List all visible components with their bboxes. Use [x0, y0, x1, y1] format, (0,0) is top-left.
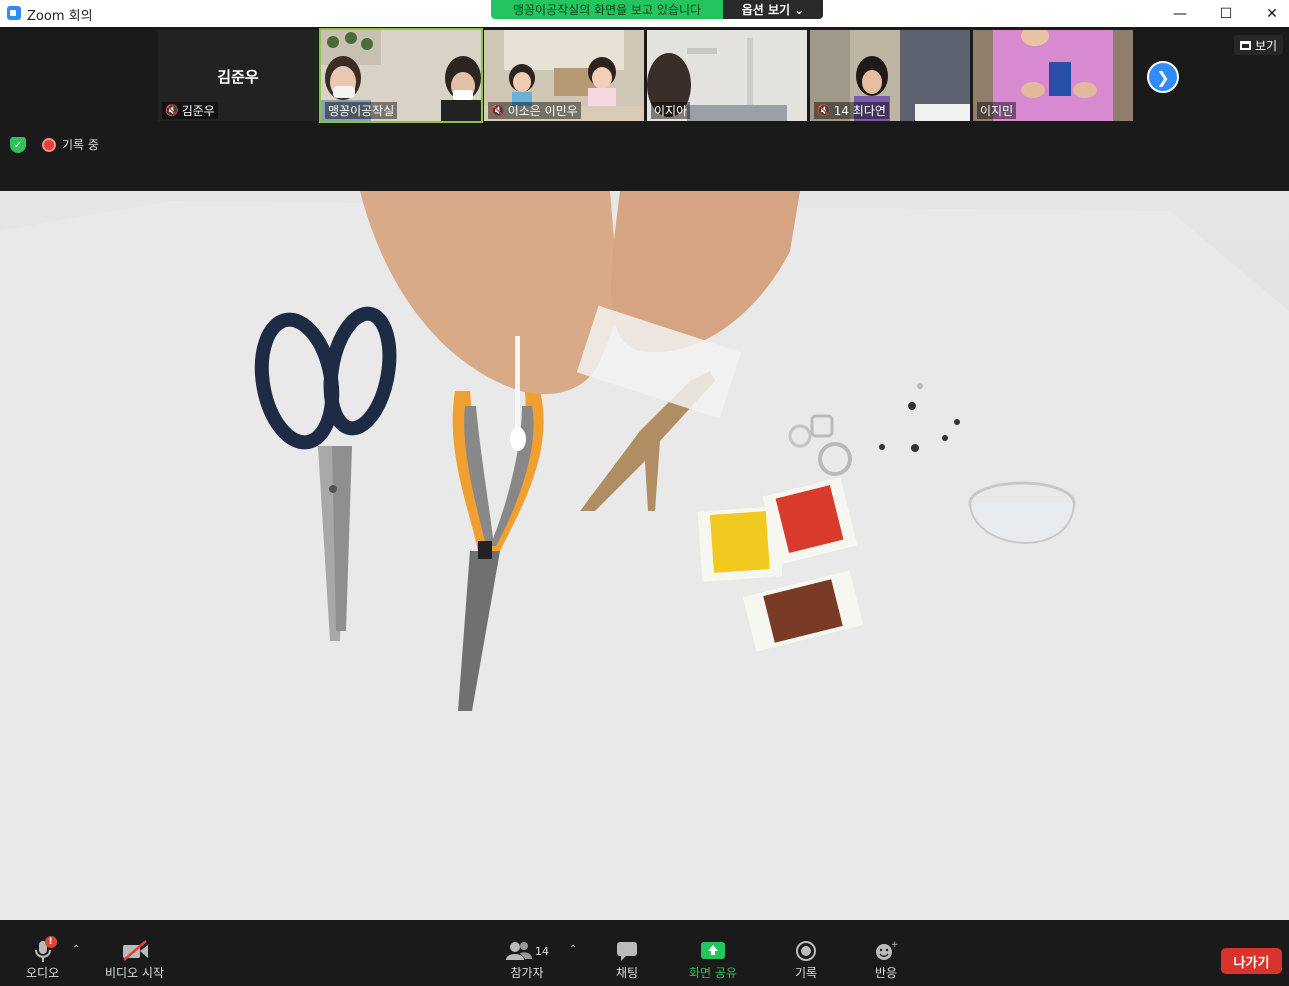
smiley-plus-icon: +: [872, 938, 900, 964]
reactions-button[interactable]: + 반응: [872, 938, 900, 981]
participant-name-label: 🔇 이소은 이민우: [488, 102, 581, 119]
record-label: 기록: [794, 966, 818, 980]
share-screen-icon: [699, 938, 727, 964]
muted-mic-icon: 🔇: [165, 104, 179, 117]
participant-name-label: 맹꽁이공작실: [325, 102, 398, 119]
participant-big-name: 김준우: [217, 68, 259, 86]
participant-tile[interactable]: 김준우 🔇 김준우: [158, 30, 318, 121]
participant-name-label: 이지민: [977, 102, 1017, 119]
audio-warning-badge: !: [44, 936, 57, 948]
security-shield-icon[interactable]: ✓: [10, 137, 26, 153]
share-screen-label: 화면 공유: [689, 966, 737, 980]
chevron-right-icon: ❯: [1156, 67, 1170, 87]
shared-video-frame: [0, 191, 1289, 920]
participants-button[interactable]: 14 참가자: [503, 938, 551, 981]
recording-label: 기록 중: [62, 138, 99, 152]
participant-name-label: 이지아: [651, 102, 691, 119]
chat-bubble-icon: [613, 938, 641, 964]
recording-indicator[interactable]: 기록 중: [42, 136, 99, 153]
close-button[interactable]: ✕: [1249, 0, 1289, 27]
view-button[interactable]: 보기: [1234, 35, 1284, 55]
audio-options-caret[interactable]: ⌃: [72, 944, 80, 955]
leave-button[interactable]: 나가기: [1221, 948, 1282, 974]
audio-label: 오디오: [26, 966, 60, 980]
record-button[interactable]: 기록: [792, 938, 820, 981]
record-dot-icon: [42, 137, 56, 152]
view-button-label: 보기: [1255, 38, 1278, 53]
audio-button[interactable]: ! 오디오: [26, 936, 60, 981]
participant-name-label: 🔇 14 최다연: [814, 102, 889, 119]
participant-strip: 김준우 🔇 김준우 맹꽁이공작실 🔇 이소은 이민우 이지아 🔇 14 최다연 …: [0, 27, 1289, 191]
maximize-button[interactable]: ☐: [1203, 0, 1249, 27]
chat-label: 채팅: [615, 966, 639, 980]
participants-options-caret[interactable]: ⌃: [569, 944, 577, 955]
minimize-button[interactable]: —: [1157, 0, 1203, 27]
muted-mic-icon: 🔇: [817, 104, 831, 117]
zoom-app-icon: [7, 6, 21, 20]
share-screen-button[interactable]: 화면 공유: [689, 938, 737, 981]
start-video-button[interactable]: 비디오 시작: [105, 938, 164, 981]
reactions-label: 반응: [874, 966, 898, 980]
view-options-button[interactable]: 옵션 보기 ⌄: [723, 0, 823, 19]
start-video-label: 비디오 시작: [105, 966, 165, 980]
participant-tile[interactable]: 이지민: [973, 30, 1133, 121]
record-icon: [792, 938, 820, 964]
meeting-toolbar: ! 오디오 ⌃ 비디오 시작 14 참가자 ⌃ 채팅 화면 공유 기록 + 반응…: [0, 920, 1289, 986]
share-banner: 맹꽁이공작실의 화면을 보고 있습니다: [491, 0, 723, 19]
participant-tile[interactable]: 🔇 14 최다연: [810, 30, 970, 121]
window-title: Zoom 회의: [27, 9, 93, 24]
participant-name-label: 🔇 김준우: [162, 102, 218, 119]
grid-view-icon: [1240, 40, 1251, 50]
video-off-icon: [121, 938, 149, 964]
svg-text:+: +: [891, 940, 898, 950]
participants-icon: 14: [503, 938, 551, 964]
shared-screen-video: [0, 191, 1289, 920]
microphone-icon: !: [29, 936, 57, 964]
participant-tile[interactable]: 맹꽁이공작실: [319, 28, 483, 123]
participants-count: 14: [535, 944, 549, 958]
participant-tile[interactable]: 🔇 이소은 이민우: [484, 30, 644, 121]
participant-tile[interactable]: 이지아: [647, 30, 807, 121]
next-page-button[interactable]: ❯: [1147, 61, 1179, 93]
chat-button[interactable]: 채팅: [613, 938, 641, 981]
participants-label: 참가자: [510, 966, 544, 980]
muted-mic-icon: 🔇: [491, 104, 505, 117]
